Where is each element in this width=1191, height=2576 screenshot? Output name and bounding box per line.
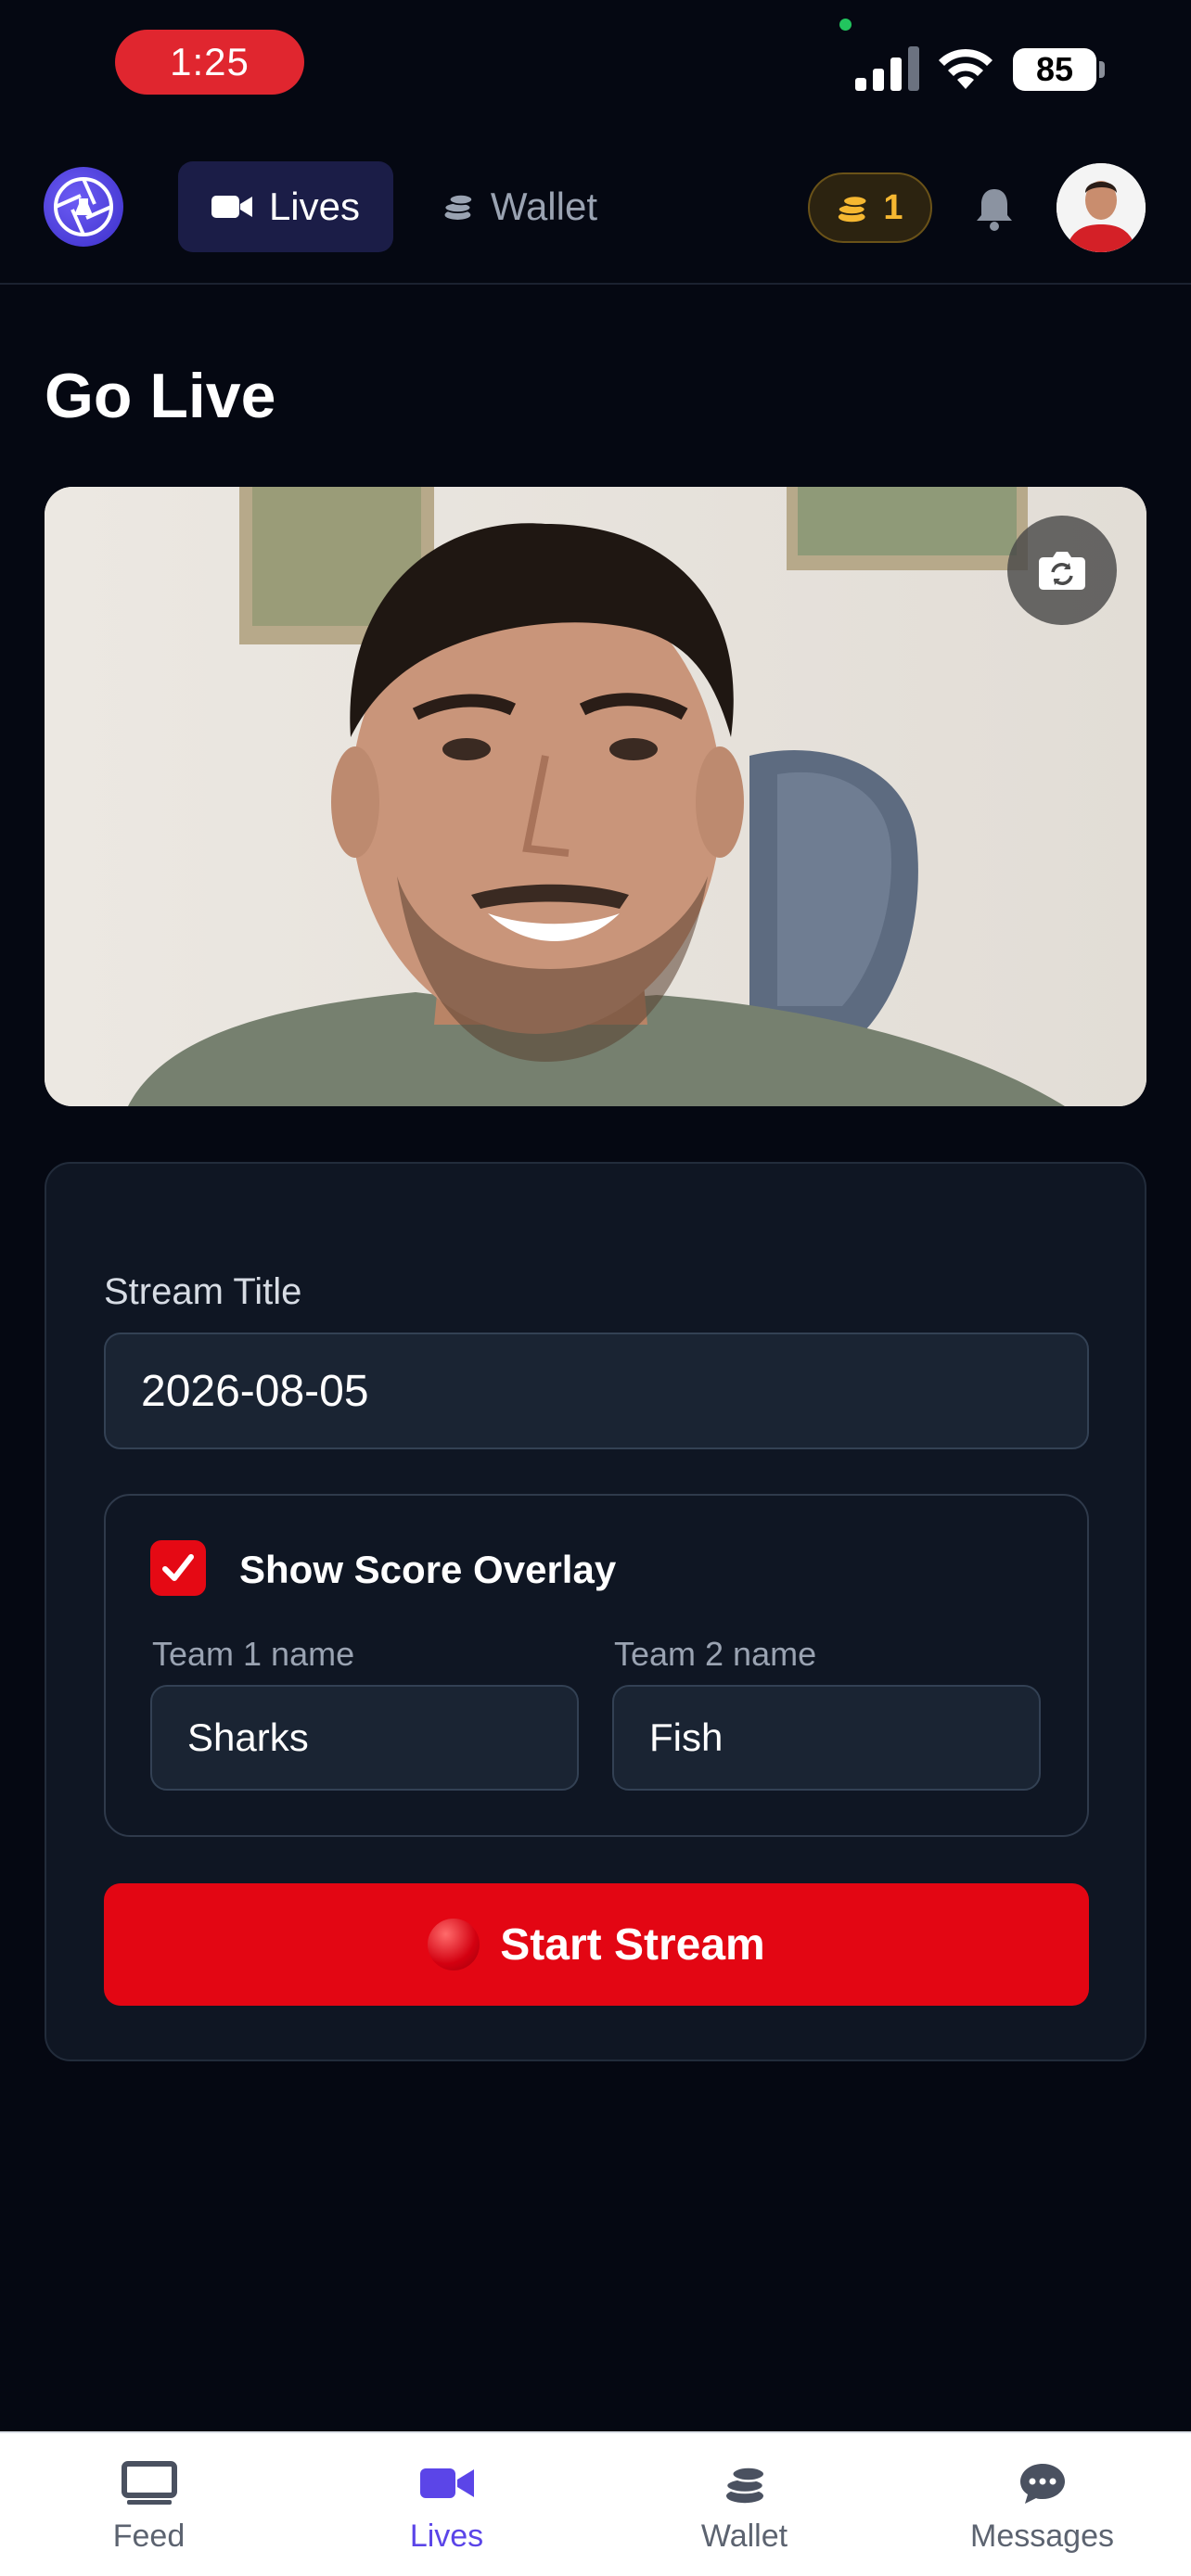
chat-icon (1013, 2457, 1072, 2509)
flip-camera-button[interactable] (1007, 516, 1117, 625)
coin-count: 1 (883, 187, 903, 227)
coins-icon (838, 195, 868, 223)
start-stream-button[interactable]: Start Stream (104, 1883, 1089, 2006)
top-nav: Lives Wallet 1 (0, 139, 1191, 285)
stream-settings-card: Stream Title 2026-08-05 Show Score Overl… (45, 1162, 1146, 2061)
user-avatar[interactable] (1057, 163, 1146, 252)
nav-tab-wallet[interactable]: Wallet (408, 161, 631, 252)
camera-flip-icon (1039, 552, 1085, 590)
video-icon (417, 2457, 477, 2509)
status-time: 1:25 (115, 30, 304, 95)
stream-title-input[interactable]: 2026-08-05 (104, 1333, 1089, 1449)
battery-tip (1099, 61, 1105, 78)
nav-tab-label: Wallet (490, 185, 597, 228)
score-overlay-checkbox[interactable] (150, 1540, 206, 1596)
stream-title-label: Stream Title (104, 1271, 302, 1312)
cellular-signal-icon (855, 46, 919, 91)
score-overlay-label: Show Score Overlay (239, 1548, 617, 1591)
aperture-logo-icon (54, 177, 113, 236)
coin-balance-badge[interactable]: 1 (808, 172, 932, 243)
score-overlay-section: Show Score Overlay Team 1 name Sharks Te… (104, 1494, 1089, 1837)
team1-name-input[interactable]: Sharks (150, 1685, 579, 1791)
team1-label: Team 1 name (152, 1635, 355, 1673)
record-dot-icon (428, 1919, 480, 1970)
start-stream-label: Start Stream (500, 1919, 765, 1970)
team2-name-input[interactable]: Fish (612, 1685, 1041, 1791)
wifi-icon (939, 48, 992, 89)
checkmark-icon (162, 1554, 194, 1581)
tab-label: Lives (409, 2519, 484, 2554)
video-icon (211, 196, 252, 218)
status-bar: 1:25 85 (0, 0, 1191, 139)
team2-label: Team 2 name (614, 1635, 817, 1673)
nav-tab-label: Lives (268, 185, 360, 228)
tab-messages[interactable]: Messages (893, 2433, 1191, 2576)
camera-preview (45, 487, 1146, 1106)
battery-level: 85 (1013, 48, 1096, 91)
coins-icon (443, 194, 473, 220)
camera-in-use-indicator (839, 19, 852, 31)
tab-feed[interactable]: Feed (0, 2433, 298, 2576)
page-title: Go Live (45, 361, 276, 431)
tab-wallet[interactable]: Wallet (596, 2433, 893, 2576)
tab-label: Feed (112, 2519, 186, 2554)
camera-feed-image (45, 487, 1146, 1106)
tab-label: Messages (970, 2519, 1114, 2554)
coins-icon (715, 2457, 775, 2509)
bottom-tab-bar: Feed Lives Wallet Messages (0, 2431, 1191, 2576)
tv-icon (120, 2457, 179, 2509)
app-logo[interactable] (44, 167, 123, 247)
tab-label: Wallet (700, 2519, 788, 2554)
nav-tab-lives[interactable]: Lives (178, 161, 393, 252)
tab-lives[interactable]: Lives (298, 2433, 596, 2576)
bell-icon[interactable] (973, 185, 1016, 232)
